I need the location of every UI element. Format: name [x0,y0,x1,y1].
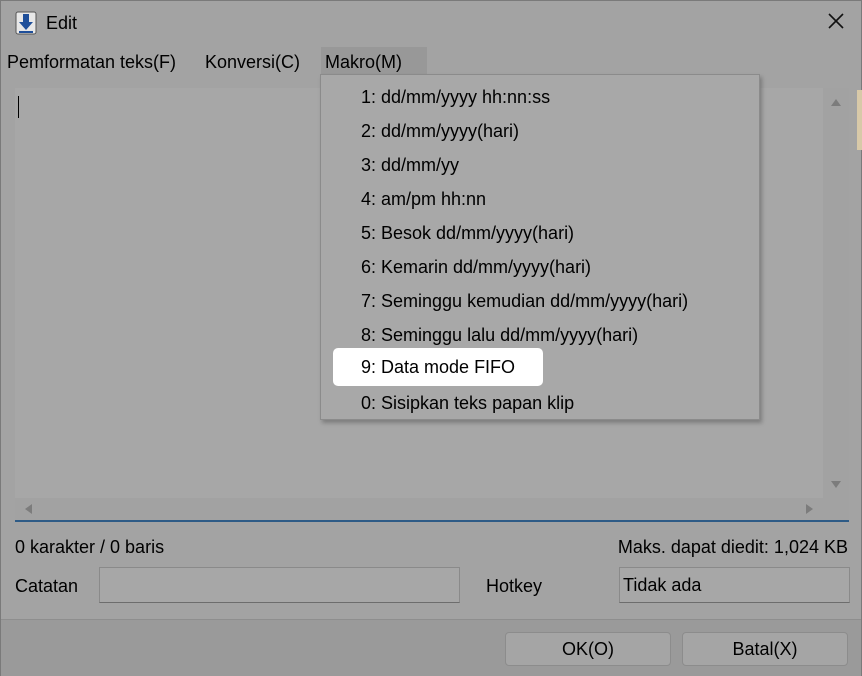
max-editable-size: Maks. dapat diedit: 1,024 KB [617,537,848,557]
note-label: Catatan [15,576,79,596]
download-arrow-icon [15,11,37,35]
background-window-edge [857,90,862,150]
close-button[interactable] [813,5,859,41]
macro-item-2[interactable]: 2: dd/mm/yyyy(hari) [333,114,749,148]
title-bar: Edit [1,1,861,45]
menu-macro[interactable]: Makro(M) [321,47,427,77]
window-title: Edit [46,13,78,33]
cancel-button[interactable]: Batal(X) [682,632,848,666]
menu-conversion[interactable]: Konversi(C) [201,47,304,77]
char-line-count: 0 karakter / 0 baris [15,537,165,557]
dialog-footer: OK(O) Batal(X) [1,619,861,676]
macro-item-0[interactable]: 0: Sisipkan teks papan klip [333,386,749,420]
note-input[interactable] [99,567,460,603]
scroll-left-icon[interactable] [25,504,32,514]
hotkey-label: Hotkey [486,576,543,596]
macro-item-5[interactable]: 5: Besok dd/mm/yyyy(hari) [333,216,749,250]
hotkey-field[interactable] [619,567,850,603]
macro-item-7[interactable]: 7: Seminggu kemudian dd/mm/yyyy(hari) [333,284,749,318]
macro-item-9[interactable]: 9: Data mode FIFO [333,348,543,386]
menu-text-formatting[interactable]: Pemformatan teks(F) [3,47,180,77]
macro-item-1[interactable]: 1: dd/mm/yyyy hh:nn:ss [333,80,749,114]
scrollbar-corner [823,498,849,520]
macro-item-8[interactable]: 8: Seminggu lalu dd/mm/yyyy(hari) [333,318,749,352]
text-caret [18,96,19,118]
vertical-scrollbar[interactable] [823,88,849,498]
ok-button[interactable]: OK(O) [505,632,671,666]
scroll-right-icon[interactable] [806,504,813,514]
scroll-down-icon[interactable] [831,481,841,488]
macro-item-4[interactable]: 4: am/pm hh:nn [333,182,749,216]
macro-dropdown-menu: 1: dd/mm/yyyy hh:nn:ss 2: dd/mm/yyyy(har… [320,74,760,420]
horizontal-scrollbar[interactable] [15,498,823,520]
close-icon [827,12,845,35]
menu-bar: Pemformatan teks(F) Konversi(C) Makro(M) [1,47,861,77]
macro-item-3[interactable]: 3: dd/mm/yy [333,148,749,182]
macro-item-6[interactable]: 6: Kemarin dd/mm/yyyy(hari) [333,250,749,284]
scroll-up-icon[interactable] [831,99,841,106]
